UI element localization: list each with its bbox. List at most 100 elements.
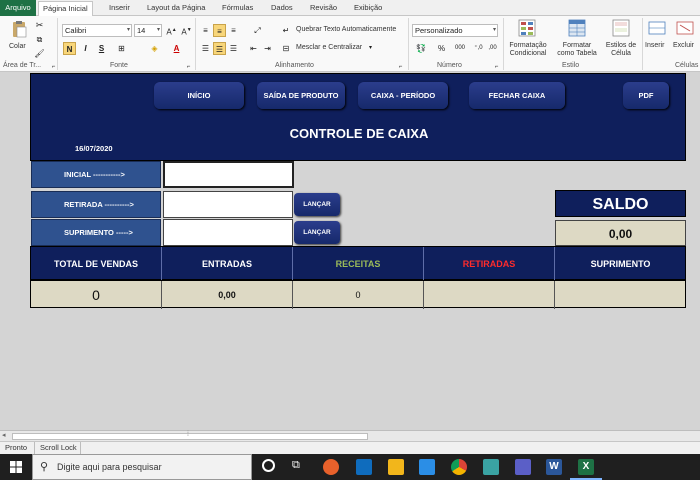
fechar-caixa-button[interactable]: FECHAR CAIXA [469, 82, 565, 109]
insert-button[interactable]: Inserir [645, 42, 664, 50]
format-table-button[interactable]: Formatar como Tabela [553, 42, 601, 58]
increase-decimal-icon[interactable]: ⁺,0 [472, 42, 485, 55]
conditional-format-icon [518, 19, 536, 37]
align-right-icon[interactable]: ☰ [227, 42, 240, 55]
align-left-icon[interactable]: ☰ [199, 42, 212, 55]
font-color-icon[interactable]: A [170, 42, 183, 55]
group-numero: Número [437, 62, 462, 69]
word-icon[interactable]: W [546, 459, 562, 475]
orientation-icon[interactable]: ⤢ [251, 24, 264, 37]
saldo-value: 0,00 [555, 220, 686, 246]
wrap-text-button[interactable]: Quebrar Texto Automaticamente [296, 26, 396, 34]
fill-color-icon[interactable]: ◈ [148, 42, 161, 55]
merge-center-button[interactable]: Mesclar e Centralizar [296, 44, 362, 52]
task-view-icon[interactable]: ⧉ [292, 459, 300, 472]
windows-start-icon[interactable] [10, 461, 22, 473]
decrease-decimal-icon[interactable]: ,00 [486, 42, 499, 55]
scroll-left-icon[interactable]: ◂ [2, 431, 6, 439]
retirada-input[interactable] [163, 191, 293, 218]
taskbar-search[interactable]: ⚲ Digite aqui para pesquisar [32, 454, 252, 480]
cut-icon[interactable]: ✂ [33, 19, 46, 32]
thousands-button[interactable]: 000 [451, 42, 469, 55]
status-bar: Pronto Scroll Lock [0, 441, 700, 454]
tab-dados[interactable]: Dados [267, 1, 297, 16]
decrease-indent-icon[interactable]: ⇤ [247, 42, 260, 55]
tab-pagina-inicial[interactable]: Página Inicial [38, 1, 93, 17]
grip-icon: ⁞ [187, 431, 189, 438]
increase-indent-icon[interactable]: ⇥ [261, 42, 274, 55]
retiradas-value[interactable] [424, 281, 555, 309]
ribbon-tabs: Arquivo Página Inicial Inserir Layout da… [0, 0, 700, 17]
conditional-format-button[interactable]: Formatação Condicional [505, 42, 551, 58]
delete-cells-icon [676, 21, 694, 35]
font-name-select[interactable]: Calibri ▾ [62, 24, 132, 37]
status-ready: Pronto [5, 443, 28, 452]
inicio-button[interactable]: INÍCIO [154, 82, 244, 109]
lancar-retirada-button[interactable]: LANÇAR [294, 193, 340, 216]
inicial-input[interactable] [163, 161, 294, 188]
chevron-down-icon[interactable]: ▾ [364, 42, 377, 55]
search-icon: ⚲ [40, 461, 49, 473]
tab-arquivo[interactable]: Arquivo [0, 0, 36, 16]
header-receitas: RECEITAS [293, 247, 424, 281]
format-painter-icon[interactable]: 🖌 [33, 47, 46, 60]
horizontal-scrollbar[interactable]: ◂ ⁞ [0, 430, 700, 441]
tab-inserir[interactable]: Inserir [105, 1, 134, 16]
delete-button[interactable]: Excluir [673, 42, 694, 50]
merge-center-icon: ⊟ [282, 44, 290, 53]
align-center-icon[interactable]: ☰ [213, 42, 226, 55]
copy-icon[interactable]: ⧉ [33, 33, 46, 46]
chevron-down-icon: ▾ [156, 27, 160, 33]
cell-styles-button[interactable]: Estilos de Célula [601, 42, 641, 58]
scrollbar-thumb[interactable] [12, 433, 368, 440]
app-orange-icon[interactable] [323, 459, 339, 475]
align-middle-icon[interactable]: ≡ [213, 24, 226, 37]
saldo-label: SALDO [555, 190, 686, 217]
align-bottom-icon[interactable]: ≡ [227, 24, 240, 37]
underline-button[interactable]: S [95, 42, 108, 55]
suprimento-input[interactable] [163, 219, 293, 246]
page-title: CONTROLE DE CAIXA [289, 126, 429, 141]
entradas-value[interactable]: 0,00 [162, 281, 293, 309]
group-alinhamento: Alinhamento [275, 62, 314, 69]
insert-cells-icon [648, 21, 666, 35]
total-vendas-value[interactable]: 0 [31, 281, 162, 309]
borders-icon[interactable]: ⊞ [115, 42, 128, 55]
teams-icon[interactable] [515, 459, 531, 475]
header-suprimento: SUPRIMENTO [590, 259, 651, 269]
caixa-periodo-button[interactable]: CAIXA - PERÍODO [358, 82, 448, 109]
summary-table-row: 0 0,00 0 [30, 280, 686, 309]
paste-button[interactable]: Colar [9, 43, 26, 51]
mail-icon[interactable] [356, 459, 372, 475]
suprimento-value[interactable] [555, 281, 686, 309]
file-explorer-icon[interactable] [388, 459, 404, 475]
ribbon: Colar ✂ ⧉ 🖌 Área de Tr... ⌐ Calibri ▾ 14 ▾… [0, 16, 700, 72]
current-date: 16/07/2020 [75, 144, 113, 153]
bold-button[interactable]: N [63, 42, 76, 55]
tab-exibicao[interactable]: Exibição [350, 1, 386, 16]
number-format-select[interactable]: Personalizado ▾ [412, 24, 498, 37]
pdf-button[interactable]: PDF [623, 82, 669, 109]
inicial-label: INICIAL -----------> [31, 161, 161, 188]
taskbar: ⚲ Digite aqui para pesquisar ⧉ W X [0, 454, 700, 480]
receitas-value[interactable]: 0 [293, 281, 424, 309]
tab-revisao[interactable]: Revisão [306, 1, 341, 16]
percent-button[interactable]: % [435, 42, 448, 55]
currency-icon[interactable]: 💱 [413, 42, 429, 55]
shrink-font-icon[interactable]: A▼ [180, 24, 193, 37]
font-size-select[interactable]: 14 ▾ [134, 24, 162, 37]
header-retiradas: RETIRADAS [424, 247, 555, 281]
tab-formulas[interactable]: Fórmulas [218, 1, 257, 16]
vscode-icon[interactable] [419, 459, 435, 475]
app-teal-icon[interactable] [483, 459, 499, 475]
saida-produto-button[interactable]: SAÍDA DE PRODUTO [257, 82, 345, 109]
grow-font-icon[interactable]: A▲ [165, 24, 178, 37]
cortana-icon[interactable] [262, 459, 275, 472]
chrome-icon[interactable] [451, 459, 467, 475]
italic-button[interactable]: I [79, 42, 92, 55]
excel-icon[interactable]: X [578, 459, 594, 475]
lancar-suprimento-button[interactable]: LANÇAR [294, 221, 340, 244]
tab-layout[interactable]: Layout da Página [143, 1, 209, 16]
align-top-icon[interactable]: ≡ [199, 24, 212, 37]
format-table-icon [568, 19, 586, 37]
